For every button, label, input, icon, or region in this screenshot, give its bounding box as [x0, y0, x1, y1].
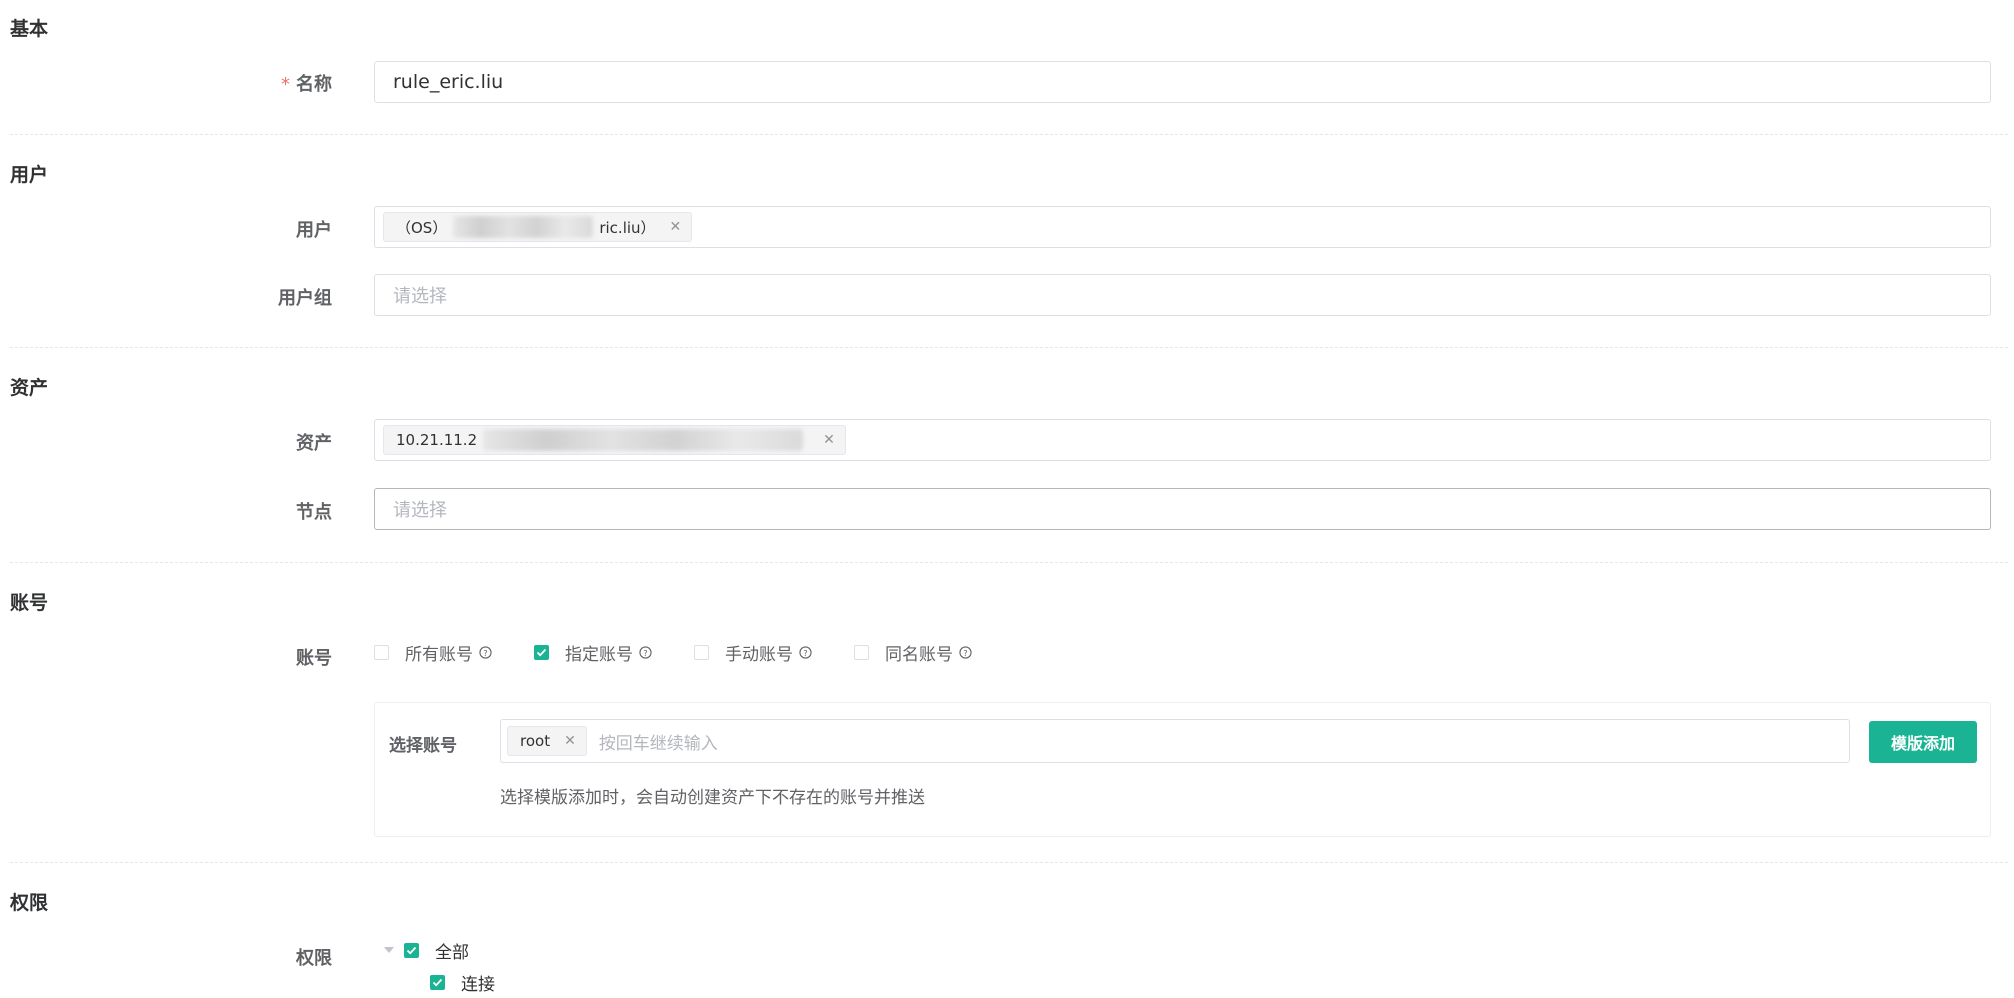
section-title-permission: 权限	[10, 892, 49, 914]
svg-text:?: ?	[483, 648, 487, 658]
redacted-blur	[483, 429, 804, 451]
select-account-label: 选择账号	[389, 736, 457, 756]
account-option-label: 指定账号	[565, 645, 633, 665]
account-input-placeholder: 按回车继续输入	[598, 733, 718, 754]
user-group-label: 用户组	[278, 288, 332, 309]
checkbox[interactable]	[854, 645, 869, 660]
account-hint: 选择模版添加时，会自动创建资产下不存在的账号并推送	[500, 788, 925, 808]
name-input[interactable]: rule_eric.liu	[374, 61, 1991, 103]
permission-tree: 全部 连接	[384, 934, 495, 998]
section-title-account: 账号	[10, 592, 49, 614]
account-options: 所有账号 ? 指定账号 ? 手动账号 ? 同名账号 ?	[374, 640, 1014, 665]
user-label: 用户	[296, 220, 332, 241]
question-icon: ?	[639, 646, 652, 659]
section-title-user: 用户	[10, 164, 49, 186]
checkbox-checked[interactable]	[430, 974, 445, 990]
name-label: * 名称	[10, 70, 332, 96]
node-select[interactable]: 请选择	[374, 488, 1991, 530]
checkbox-checked[interactable]	[534, 645, 549, 660]
close-icon[interactable]: ✕	[823, 432, 835, 448]
section-title-asset: 资产	[10, 377, 49, 399]
check-icon	[536, 648, 547, 657]
asset-tag: 10.21.11.2 ✕	[383, 425, 846, 455]
name-input-value: rule_eric.liu	[393, 71, 504, 93]
account-option-label: 手动账号	[725, 645, 793, 665]
tree-node-all[interactable]: 全部	[384, 934, 495, 966]
account-option-manual[interactable]: 手动账号 ?	[694, 640, 812, 665]
redacted-blur	[453, 216, 594, 238]
checkbox[interactable]	[374, 645, 389, 660]
user-group-placeholder: 请选择	[393, 286, 447, 307]
user-tag: （OS） ric.liu） ✕	[383, 212, 693, 242]
account-label: 账号	[296, 648, 332, 669]
tree-node-label: 全部	[435, 942, 469, 963]
section-divider	[10, 862, 2008, 863]
account-option-label: 同名账号	[885, 645, 953, 665]
user-tag-suffix: ric.liu）	[599, 218, 656, 237]
required-mark: *	[281, 74, 290, 95]
expand-caret-icon[interactable]	[384, 947, 394, 953]
tree-node-label: 连接	[461, 974, 495, 995]
name-label-text: 名称	[296, 74, 332, 95]
svg-text:?: ?	[643, 648, 647, 658]
checkbox[interactable]	[694, 645, 709, 660]
account-tag: root ✕	[507, 726, 587, 756]
account-option-specified[interactable]: 指定账号 ?	[534, 640, 652, 665]
account-option-label: 所有账号	[405, 645, 473, 665]
section-divider	[10, 562, 2008, 563]
section-divider	[10, 347, 2008, 348]
section-title-basic: 基本	[10, 18, 49, 40]
node-label: 节点	[296, 502, 332, 523]
close-icon[interactable]: ✕	[670, 219, 682, 235]
template-add-button[interactable]: 模版添加	[1869, 721, 1977, 763]
check-icon	[406, 946, 417, 954]
section-divider	[10, 134, 2008, 135]
svg-text:?: ?	[963, 648, 967, 658]
account-tag-text: root	[520, 732, 551, 750]
checkbox-checked[interactable]	[404, 942, 419, 958]
tree-node-connect[interactable]: 连接	[384, 966, 495, 998]
account-input[interactable]: root ✕ 按回车继续输入	[500, 719, 1850, 763]
account-select-panel: 选择账号 root ✕ 按回车继续输入 模版添加 选择模版添加时，会自动创建资产…	[374, 702, 1991, 837]
node-placeholder: 请选择	[393, 500, 447, 521]
check-icon	[432, 978, 443, 986]
close-icon[interactable]: ✕	[564, 733, 576, 749]
account-option-same-name[interactable]: 同名账号 ?	[854, 640, 972, 665]
svg-text:?: ?	[803, 648, 807, 658]
user-tag-prefix: （OS）	[396, 218, 448, 237]
question-icon: ?	[479, 646, 492, 659]
question-icon: ?	[959, 646, 972, 659]
asset-tag-prefix: 10.21.11.2	[396, 431, 478, 449]
asset-label: 资产	[296, 433, 332, 454]
account-option-all[interactable]: 所有账号 ?	[374, 640, 492, 665]
permission-label: 权限	[296, 948, 332, 969]
user-group-select[interactable]: 请选择	[374, 274, 1991, 316]
asset-select[interactable]: 10.21.11.2 ✕	[374, 419, 1991, 461]
question-icon: ?	[799, 646, 812, 659]
user-select[interactable]: （OS） ric.liu） ✕	[374, 206, 1991, 248]
